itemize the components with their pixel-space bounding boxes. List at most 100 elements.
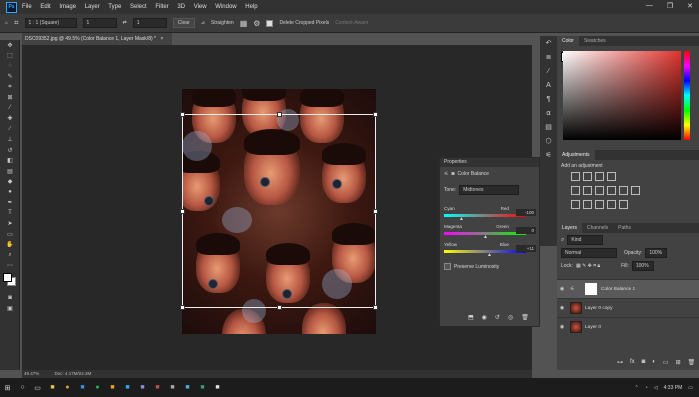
slider-thumb[interactable]: ▲ xyxy=(483,234,488,240)
crop-handle[interactable] xyxy=(277,112,282,117)
glyphs-icon[interactable]: ⍺ xyxy=(540,106,557,120)
dodge-tool-icon[interactable]: ● xyxy=(0,187,20,198)
visibility-eye-icon[interactable]: ◉ xyxy=(557,324,567,330)
curves-icon[interactable] xyxy=(595,172,604,181)
add-mask-icon[interactable]: ◙ xyxy=(642,359,646,366)
menu-type[interactable]: Type xyxy=(108,4,121,10)
slider-thumb[interactable]: ▲ xyxy=(487,252,492,258)
yellow-blue-slider[interactable]: Yellow Blue ▲ +11 xyxy=(440,242,539,258)
quick-select-tool-icon[interactable]: ✎ xyxy=(0,72,20,83)
slider-thumb[interactable]: ▲ xyxy=(459,216,464,222)
minimize-button[interactable]: — xyxy=(646,2,653,10)
gradient-map-icon[interactable] xyxy=(607,200,616,209)
tab-swatches[interactable]: Swatches xyxy=(579,36,611,46)
menu-3d[interactable]: 3D xyxy=(177,4,185,10)
cyan-red-slider[interactable]: Cyan Red ▲ -100 xyxy=(440,206,539,222)
visibility-eye-icon[interactable]: ◉ xyxy=(557,305,567,311)
ratio-select[interactable]: 1 : 1 (Square) xyxy=(24,18,77,28)
pen-tool-icon[interactable]: ✒ xyxy=(0,198,20,209)
layer-name[interactable]: Color Balance 1 xyxy=(601,287,635,292)
brushes-icon[interactable]: ⁄ xyxy=(540,64,557,78)
hand-tool-icon[interactable]: ✋ xyxy=(0,240,20,251)
crop-box[interactable] xyxy=(180,112,378,310)
task-view-icon[interactable]: ▭ xyxy=(30,378,45,397)
menu-select[interactable]: Select xyxy=(130,4,147,10)
delete-icon[interactable]: 🗑︎ xyxy=(521,314,529,321)
tray-chevron-icon[interactable]: ⌃ xyxy=(635,385,639,391)
content-aware-label[interactable]: Content-Aware xyxy=(335,20,368,26)
tab-layers[interactable]: Layers xyxy=(557,223,583,233)
home-icon[interactable]: ⌂ xyxy=(5,20,8,26)
spotify-icon[interactable]: ● xyxy=(90,378,105,397)
quick-mask-icon[interactable]: ◙ xyxy=(0,293,20,304)
zoom-tool-icon[interactable]: ⌕ xyxy=(0,250,20,261)
app-icon[interactable]: ■ xyxy=(195,378,210,397)
document-tab[interactable]: DSC09352.jpg @ 49.5% (Color Balance 1, L… xyxy=(22,33,172,45)
menu-filter[interactable]: Filter xyxy=(155,4,168,10)
visibility-eye-icon[interactable]: ◉ xyxy=(557,286,567,292)
screen-mode-icon[interactable]: ▣ xyxy=(0,304,20,315)
layer-mask-thumbnail[interactable] xyxy=(585,283,597,295)
properties-panel-icon[interactable]: ⚟ xyxy=(540,148,557,162)
crop-handle[interactable] xyxy=(277,305,282,310)
crop-handle[interactable] xyxy=(373,305,378,310)
invert-icon[interactable] xyxy=(571,200,580,209)
exposure-icon[interactable] xyxy=(607,172,616,181)
clear-button[interactable]: Clear xyxy=(172,18,195,28)
crop-handle[interactable] xyxy=(180,305,185,310)
file-explorer-icon[interactable]: ■ xyxy=(45,378,60,397)
fill-input[interactable]: 100% xyxy=(631,261,654,271)
brush-settings-icon[interactable]: ≣ xyxy=(540,50,557,64)
color-balance-icon[interactable] xyxy=(595,186,604,195)
frame-tool-icon[interactable]: ⊠ xyxy=(0,93,20,104)
blur-tool-icon[interactable]: ◆ xyxy=(0,177,20,188)
new-adjustment-icon[interactable]: ◐ xyxy=(652,359,656,366)
eraser-tool-icon[interactable]: ◧ xyxy=(0,156,20,167)
app-icon[interactable]: ■ xyxy=(210,378,225,397)
mask-icon[interactable]: ◙ xyxy=(451,171,454,177)
menu-edit[interactable]: Edit xyxy=(40,4,50,10)
filter-kind-select[interactable]: Kind xyxy=(567,235,604,245)
foreground-color-swatch[interactable] xyxy=(3,273,12,282)
app-icon[interactable]: ■ xyxy=(75,378,90,397)
crop-tool-icon[interactable]: ⌗ xyxy=(0,82,20,93)
menu-file[interactable]: File xyxy=(22,4,32,10)
app-icon[interactable]: ■ xyxy=(180,378,195,397)
slider-value[interactable]: +11 xyxy=(516,245,536,252)
menu-window[interactable]: Window xyxy=(215,4,236,10)
menu-layer[interactable]: Layer xyxy=(85,4,100,10)
straighten-button[interactable]: Straighten xyxy=(211,20,234,26)
selective-color-icon[interactable] xyxy=(619,200,628,209)
close-button[interactable]: ✕ xyxy=(687,2,693,10)
tab-color[interactable]: Color xyxy=(557,36,579,46)
move-tool-icon[interactable]: ✥ xyxy=(0,40,20,51)
lock-icons[interactable]: ▦ ✎ ✥ ⌗ 🔒︎ xyxy=(576,263,600,269)
photoshop-taskbar-icon[interactable]: ■ xyxy=(120,378,135,397)
menu-help[interactable]: Help xyxy=(245,4,257,10)
more-tools-icon[interactable]: ⋯ xyxy=(0,261,20,272)
app-icon[interactable]: ■ xyxy=(165,378,180,397)
new-group-icon[interactable]: ▭ xyxy=(663,359,669,366)
start-windows-icon[interactable]: ⊞ xyxy=(0,378,15,397)
search-icon[interactable]: ○ xyxy=(15,378,30,397)
tab-paths[interactable]: Paths xyxy=(613,223,636,233)
shape-tool-icon[interactable]: ▭ xyxy=(0,229,20,240)
properties-title[interactable]: Properties xyxy=(440,158,539,167)
color-picker-field[interactable] xyxy=(563,51,681,140)
layer-name[interactable]: Layer 0 copy xyxy=(585,306,612,311)
tab-channels[interactable]: Channels xyxy=(582,223,613,233)
blend-mode-select[interactable]: Normal xyxy=(561,248,617,258)
brightness-icon[interactable] xyxy=(571,172,580,181)
crop-tool-icon[interactable]: ⌗ xyxy=(14,18,19,28)
delete-layer-icon[interactable]: 🗑︎ xyxy=(688,359,696,366)
fx-icon[interactable]: fx xyxy=(630,359,635,366)
character-icon[interactable]: A xyxy=(540,78,557,92)
history-icon[interactable]: ↶ xyxy=(540,36,557,50)
tab-adjustments[interactable]: Adjustments xyxy=(557,150,595,160)
network-icon[interactable]: ◔ xyxy=(645,385,648,391)
reset-icon[interactable]: ↺ xyxy=(495,314,500,321)
new-layer-icon[interactable]: ⊞ xyxy=(676,359,681,366)
levels-icon[interactable] xyxy=(583,172,592,181)
history-brush-tool-icon[interactable]: ↺ xyxy=(0,145,20,156)
volume-icon[interactable]: ◁ xyxy=(654,385,658,391)
